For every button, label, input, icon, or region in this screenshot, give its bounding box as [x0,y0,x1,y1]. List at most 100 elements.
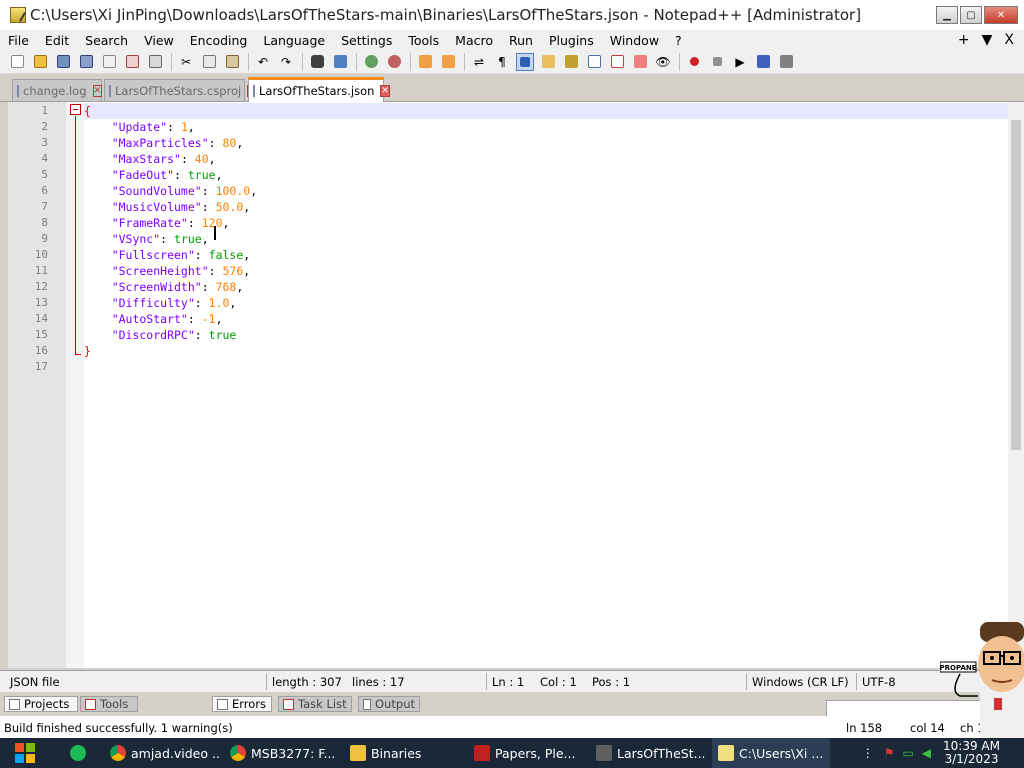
menu-plugins[interactable]: Plugins [541,33,602,48]
code-line[interactable]: "AutoStart": -1, [84,311,1008,327]
user-language-icon[interactable] [539,53,557,71]
code-line[interactable]: "MaxStars": 40, [84,151,1008,167]
spotify-pinned-icon[interactable] [64,738,98,768]
taskbar-item-explorer[interactable]: Binaries [344,738,462,768]
tab-projects[interactable]: Projects [4,696,78,712]
copy-icon[interactable] [200,53,218,71]
menu-settings[interactable]: Settings [333,33,400,48]
code-line[interactable]: "MusicVolume": 50.0, [84,199,1008,215]
run-macro-multiple-icon[interactable] [754,53,772,71]
close-file-icon[interactable] [100,53,118,71]
show-all-characters-icon[interactable]: ¶ [493,53,511,71]
taskbar-item-chrome-2[interactable]: MSB3277: F... [224,738,340,768]
tab-larsofthestars-json[interactable]: LarsOfTheStars.json ✕ [248,77,390,102]
menu-file[interactable]: File [0,33,37,48]
scrollbar-thumb[interactable] [1011,120,1021,450]
code-line[interactable]: "FadeOut": true, [84,167,1008,183]
menu-window[interactable]: Window [602,33,667,48]
code-text-area[interactable]: { "Update": 1, "MaxParticles": 80, "MaxS… [84,102,1008,668]
zoom-out-icon[interactable] [385,53,403,71]
tab-change-log[interactable]: change.log ✕ [12,79,103,101]
play-macro-icon[interactable]: ▶ [731,53,749,71]
undo-icon[interactable]: ↶ [254,53,272,71]
start-button[interactable] [0,738,50,768]
code-line[interactable]: } [84,343,1008,359]
menu-edit[interactable]: Edit [37,33,77,48]
flag-icon[interactable]: ⚑ [884,746,895,760]
print-icon[interactable] [146,53,164,71]
new-file-icon[interactable] [8,53,26,71]
fold-toggle-icon[interactable] [70,104,81,115]
vertical-scrollbar[interactable] [1008,102,1024,668]
folder-workspace-icon[interactable] [631,53,649,71]
menu-view[interactable]: View [136,33,182,48]
code-line[interactable]: "VSync": true, [84,231,1008,247]
taskbar-item-notepad-plus-plus[interactable]: C:\Users\Xi ... [712,738,830,768]
code-line[interactable]: "DiscordRPC": true [84,327,1008,343]
indent-guide-icon[interactable] [516,52,534,71]
menu-help[interactable]: ? [667,33,690,48]
cut-icon[interactable]: ✂ [177,53,195,71]
open-file-icon[interactable] [31,53,49,71]
code-line[interactable]: "SoundVolume": 100.0, [84,183,1008,199]
code-line[interactable]: { [84,103,1008,119]
code-line[interactable]: "Fullscreen": false, [84,247,1008,263]
tab-close-icon[interactable]: ✕ [380,85,390,97]
tab-close-icon[interactable]: ✕ [92,84,103,97]
minimize-button[interactable]: ▁ [936,6,958,24]
code-token: , [229,296,237,310]
tab-errors[interactable]: Errors [212,696,272,712]
sync-vertical-icon[interactable] [416,53,434,71]
tab-list-dropdown-icon[interactable]: ▼ [982,32,993,48]
code-line[interactable]: "ScreenHeight": 576, [84,263,1008,279]
code-line[interactable]: "MaxParticles": 80, [84,135,1008,151]
zoom-in-icon[interactable] [362,53,380,71]
redo-icon[interactable]: ↷ [277,53,295,71]
menu-macro[interactable]: Macro [447,33,501,48]
save-macro-icon[interactable] [777,53,795,71]
close-all-icon[interactable] [123,53,141,71]
code-line[interactable]: "Update": 1, [84,119,1008,135]
close-button[interactable]: ✕ [984,6,1018,24]
menu-encoding[interactable]: Encoding [182,33,256,48]
volume-icon[interactable]: ◀ [922,746,931,760]
network-icon[interactable]: ▭ [902,746,913,760]
close-document-icon[interactable]: X [1004,32,1014,48]
tab-tools[interactable]: Tools [80,696,138,712]
code-editor[interactable]: 1 2 3 4 5 6 7 8 9 10 11 12 13 14 15 16 17 { "Update": 1,… [0,102,1024,668]
document-list-icon[interactable] [585,53,603,71]
paste-icon[interactable] [223,53,241,71]
taskbar-item-chrome-1[interactable]: amjad.video ... [104,738,220,768]
doc-map-icon[interactable] [562,53,580,71]
function-list-icon[interactable] [608,53,626,71]
overflow-icon[interactable]: ⋮ [862,746,874,760]
save-icon[interactable] [54,53,72,71]
monitoring-icon[interactable]: 👁 [654,53,672,71]
replace-icon[interactable] [331,53,349,71]
tab-task-list[interactable]: Task List [278,696,352,712]
record-macro-icon[interactable] [685,53,703,71]
system-clock[interactable]: 10:39 AM 3/1/2023 [943,740,1000,766]
sync-horizontal-icon[interactable] [439,53,457,71]
code-token: "Difficulty" [84,296,195,310]
new-tab-plus-icon[interactable]: + [958,32,970,48]
menu-search[interactable]: Search [77,33,136,48]
find-icon[interactable] [308,53,326,71]
menu-language[interactable]: Language [255,33,333,48]
taskbar-item-larsofthestars[interactable]: LarsOfTheSt... [590,738,708,768]
maximize-button[interactable]: ▢ [960,6,982,24]
code-line[interactable]: "ScreenWidth": 768, [84,279,1008,295]
menu-run[interactable]: Run [501,33,541,48]
line-ending-label[interactable]: Windows (CR LF) [752,675,849,689]
menu-tools[interactable]: Tools [400,33,447,48]
code-line[interactable]: "Difficulty": 1.0, [84,295,1008,311]
code-line[interactable] [84,359,1008,375]
encoding-label[interactable]: UTF-8 [862,675,896,689]
tab-output[interactable]: Output [358,696,420,712]
save-all-icon[interactable] [77,53,95,71]
taskbar-item-papers-please[interactable]: Papers, Ple... [468,738,586,768]
tab-larsofthestars-csproj[interactable]: LarsOfTheStars.csproj ✕ [104,79,257,101]
stop-macro-icon[interactable] [708,53,726,71]
code-line[interactable]: "FrameRate": 120, [84,215,1008,231]
word-wrap-icon[interactable]: ⇌ [470,53,488,71]
